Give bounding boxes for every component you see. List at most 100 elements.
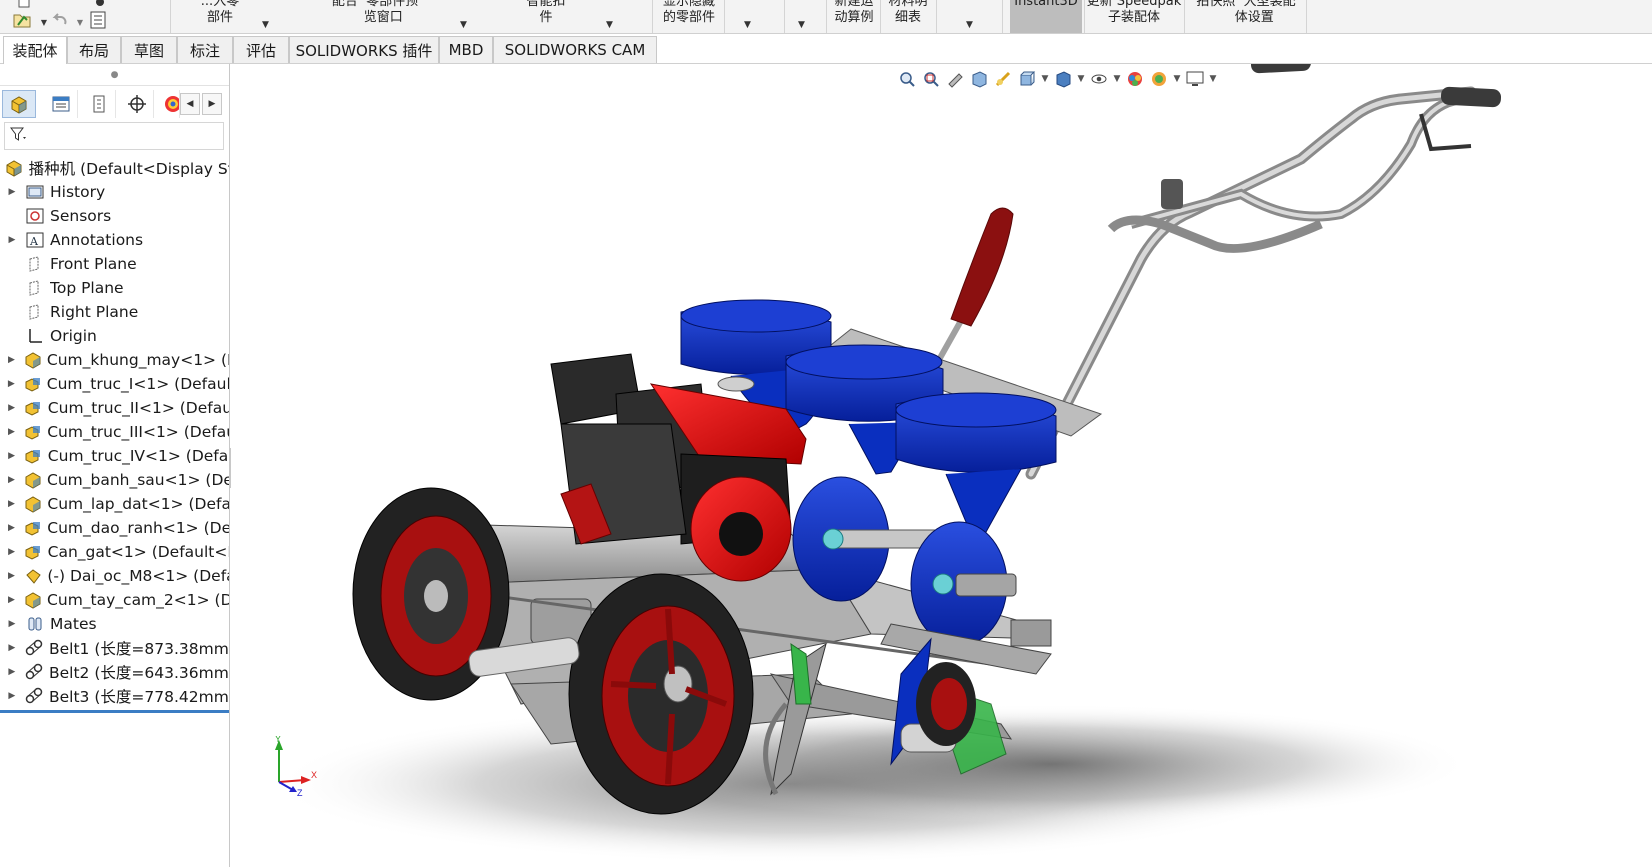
expand-arrow-icon[interactable]: ▶: [6, 643, 18, 653]
subassembly-icon: [24, 495, 42, 513]
dimxpertmanager-tab-icon[interactable]: [120, 90, 154, 118]
tree-item[interactable]: ▶ Cum_khung_may<1> (De: [0, 348, 229, 372]
tree-item-label: Cum_khung_may<1> (De: [46, 351, 229, 369]
tab-markup[interactable]: 标注: [177, 36, 233, 63]
chevron-down-icon[interactable]: ▼: [966, 20, 973, 30]
tree-item[interactable]: ▶ Belt1 (长度=873.38mm): [0, 636, 229, 660]
insert-components-button[interactable]: ...入零 部件: [172, 0, 268, 33]
tree-item-label: Front Plane: [50, 255, 137, 273]
tree-item[interactable]: ▶ Cum_truc_III<1> (Default: [0, 420, 229, 444]
tree-item[interactable]: ▶ Cum_truc_II<1> (Default: [0, 396, 229, 420]
tree-item-label: Right Plane: [50, 303, 139, 321]
smart-fasteners-button[interactable]: 智能扣 件: [498, 0, 594, 33]
expand-arrow-icon[interactable]: ▶: [6, 667, 18, 677]
expand-arrow-icon[interactable]: ▶: [6, 451, 17, 461]
tab-solidworks-addins[interactable]: SOLIDWORKS 插件: [289, 36, 439, 63]
tree-item-label: Origin: [50, 327, 97, 345]
tree-item-label: Annotations: [50, 231, 144, 249]
tree-item-label: Cum_truc_I<1> (Default<: [46, 375, 229, 393]
chevron-down-icon[interactable]: ▼: [744, 20, 751, 30]
chevron-down-icon[interactable]: ▼: [460, 20, 467, 30]
seeder-machine-model[interactable]: [231, 64, 1652, 867]
scroll-left-icon[interactable]: ◀: [180, 93, 200, 115]
tab-solidworks-cam[interactable]: SOLIDWORKS CAM: [493, 36, 657, 63]
expand-arrow-icon[interactable]: ▶: [6, 475, 17, 485]
chevron-down-icon[interactable]: ▼: [606, 20, 613, 30]
expand-arrow-icon[interactable]: ▶: [6, 619, 18, 629]
tree-item[interactable]: ▶ Belt2 (长度=643.36mm): [0, 660, 229, 684]
tree-root-assembly[interactable]: 播种机 (Default<Display Sta: [0, 156, 229, 180]
tree-item[interactable]: ▶ (-) Dai_oc_M8<1> (Defau: [0, 564, 229, 588]
tree-root-label: 播种机 (Default<Display Sta: [28, 160, 229, 178]
mates-icon: [25, 615, 45, 633]
rear-right-wheel: [916, 662, 976, 746]
expand-arrow-icon[interactable]: ▶: [6, 427, 17, 437]
seed-hopper-3: [895, 392, 1057, 535]
expand-arrow-icon[interactable]: ▶: [6, 187, 18, 197]
expand-arrow-icon[interactable]: ▶: [6, 379, 17, 389]
tree-item[interactable]: ▶ Can_gat<1> (Default<Di: [0, 540, 229, 564]
tree-item[interactable]: ▶ Mates: [0, 612, 229, 636]
expand-arrow-icon[interactable]: ▶: [6, 499, 17, 509]
tree-item[interactable]: ▶ Cum_truc_IV<1> (Defaul: [0, 444, 229, 468]
display-manager-tab-icon[interactable]: [158, 90, 180, 118]
expand-arrow-icon[interactable]: ▶: [6, 403, 17, 413]
new-motion-study-button[interactable]: 新建运 动算例: [828, 0, 880, 33]
tree-item[interactable]: ▶ Cum_banh_sau<1> (Defa: [0, 468, 229, 492]
tree-item[interactable]: ▶ Cum_tay_cam_2<1> (Def: [0, 588, 229, 612]
expand-arrow-icon[interactable]: ▶: [6, 571, 17, 581]
tree-item[interactable]: Top Plane: [0, 276, 229, 300]
rollback-bar[interactable]: [0, 710, 229, 713]
instant3d-button[interactable]: Instant3D: [1010, 0, 1082, 33]
expand-arrow-icon[interactable]: ▶: [6, 691, 18, 701]
tree-item-label: Cum_lap_dat<1> (Defaul: [47, 495, 229, 513]
chevron-down-icon[interactable]: ▼: [262, 20, 269, 30]
subassembly-edit-icon: [24, 423, 42, 441]
scroll-right-icon[interactable]: ▶: [202, 93, 222, 115]
update-speedpak-button[interactable]: 更新 Speedpak 子装配体: [1086, 0, 1182, 33]
bill-of-materials-button[interactable]: 材料明 细表: [882, 0, 934, 33]
tab-evaluate[interactable]: 评估: [233, 36, 289, 63]
show-hidden-components-button[interactable]: 显示隐藏 的零部件: [654, 0, 724, 33]
file-properties-icon[interactable]: [88, 10, 108, 30]
tree-item-label: Sensors: [50, 207, 112, 225]
tree-item[interactable]: Sensors: [0, 204, 229, 228]
tree-item[interactable]: ▶ Cum_lap_dat<1> (Defaul: [0, 492, 229, 516]
expand-arrow-icon[interactable]: ▶: [6, 595, 17, 605]
panel-collapse-handle[interactable]: ●: [0, 64, 229, 86]
subassembly-icon: [24, 591, 42, 609]
snapshot-large-assembly-button[interactable]: 拍快照 大型装配 体设置: [1186, 0, 1306, 33]
expand-arrow-icon[interactable]: ▶: [6, 523, 17, 533]
tree-item[interactable]: ▶ Cum_dao_ranh<1> (Defa: [0, 516, 229, 540]
tree-item[interactable]: ▶ History: [0, 180, 229, 204]
triad-x-label: X: [311, 770, 317, 780]
featuremanager-tab-icon[interactable]: [2, 90, 36, 118]
handle-clamp: [1161, 179, 1183, 209]
mate-button[interactable]: 配合 零部件预 览窗口: [300, 0, 450, 33]
tree-item[interactable]: ▶ Cum_truc_I<1> (Default<: [0, 372, 229, 396]
tree-item[interactable]: ▶ Belt3 (长度=778.42mm): [0, 684, 229, 708]
open-document-icon[interactable]: [12, 10, 32, 30]
tab-sketch[interactable]: 草图: [121, 36, 177, 63]
propertymanager-tab-icon[interactable]: [44, 90, 78, 118]
tree-item[interactable]: Origin: [0, 324, 229, 348]
tab-mbd[interactable]: MBD: [439, 36, 493, 63]
tree-item[interactable]: Front Plane: [0, 252, 229, 276]
configurationmanager-tab-icon[interactable]: [82, 90, 116, 118]
tab-layout[interactable]: 布局: [67, 36, 121, 63]
expand-arrow-icon[interactable]: ▶: [6, 355, 17, 365]
tree-item-label: (-) Dai_oc_M8<1> (Defau: [47, 567, 229, 585]
tree-item[interactable]: ▶ A Annotations: [0, 228, 229, 252]
tree-item-label: Cum_truc_IV<1> (Defaul: [47, 447, 229, 465]
tree-item[interactable]: Right Plane: [0, 300, 229, 324]
tree-item-label: Belt2 (长度=643.36mm): [49, 664, 229, 682]
expand-arrow-icon[interactable]: ▶: [6, 235, 18, 245]
expand-arrow-icon[interactable]: ▶: [6, 547, 17, 557]
chevron-down-icon[interactable]: ▼: [798, 20, 805, 30]
undo-icon[interactable]: [50, 10, 70, 30]
undo-dropdown-icon[interactable]: ▼: [70, 12, 90, 32]
graphics-area[interactable]: ▼ ▼ ▼ ▼ ▼ Y X Z: [231, 64, 1652, 867]
feature-tree-filter[interactable]: [4, 122, 224, 150]
tab-assembly[interactable]: 装配体: [3, 36, 67, 64]
filter-icon: [9, 126, 29, 146]
